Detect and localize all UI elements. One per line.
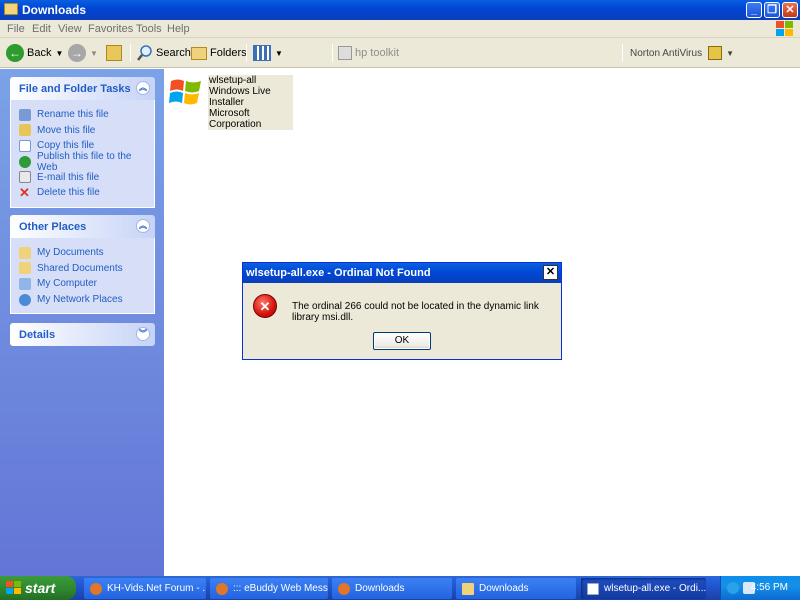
hp-toolkit-icon: [338, 46, 352, 60]
rename-icon: [19, 108, 31, 121]
email-icon: [19, 171, 31, 184]
menu-tools[interactable]: Tools: [136, 23, 162, 35]
file-company: Microsoft Corporation: [209, 108, 262, 130]
forward-arrow-icon: →: [68, 44, 86, 62]
firefox-icon: [338, 582, 350, 595]
chevron-down-icon[interactable]: ▼: [90, 49, 98, 58]
task-pane: File and Folder Tasks ︽ Rename this file…: [0, 69, 164, 576]
minimize-button[interactable]: _: [746, 2, 762, 18]
collapse-chevron-icon[interactable]: ︽: [136, 81, 150, 95]
globe-icon: [19, 155, 31, 168]
window-icon: [587, 582, 599, 595]
taskbar-item-ebuddy[interactable]: ::: eBuddy Web Mess...: [210, 578, 328, 599]
search-icon: [137, 45, 152, 61]
menu-file[interactable]: File: [7, 23, 25, 35]
windows-logo-icon: [776, 21, 793, 36]
taskbar-item-kh-vids[interactable]: KH-Vids.Net Forum - ...: [84, 578, 206, 599]
menu-edit[interactable]: Edit: [32, 23, 51, 35]
ok-button[interactable]: OK: [373, 332, 431, 350]
file-item-wlsetup[interactable]: wlsetup-all Windows Live Installer Micro…: [168, 73, 293, 130]
chevron-down-icon[interactable]: ▼: [275, 49, 283, 58]
move-file-link[interactable]: Move this file: [19, 123, 154, 139]
my-documents-icon: [19, 246, 31, 259]
publish-file-link[interactable]: Publish this file to the Web: [19, 151, 154, 173]
forward-button[interactable]: → ▼: [68, 42, 98, 64]
copy-icon: [19, 139, 31, 152]
menu-bar: File Edit View Favorites Tools Help: [0, 20, 800, 38]
other-places-panel: Other Places ︽ My Documents Shared Docum…: [10, 215, 155, 315]
clock: 4:56 PM: [750, 582, 788, 593]
expand-chevron-icon[interactable]: ︾: [136, 327, 150, 341]
dialog-message: The ordinal 266 could not be located in …: [292, 301, 539, 323]
toolbar: ← Back ▼ → ▼ Search Folders ▼ hp toolkit…: [0, 38, 800, 68]
dialog-titlebar[interactable]: wlsetup-all.exe - Ordinal Not Found ✕: [243, 263, 561, 283]
windows-flag-icon: [6, 581, 21, 594]
delete-x-icon: ✕: [19, 184, 30, 200]
dialog-close-button[interactable]: ✕: [543, 265, 558, 280]
views-icon: [253, 45, 271, 61]
error-dialog: wlsetup-all.exe - Ordinal Not Found ✕ ✕ …: [242, 262, 562, 360]
error-icon: ✕: [253, 294, 277, 318]
window-titlebar[interactable]: Downloads _ ❐ ✕: [0, 0, 800, 20]
panel-header[interactable]: Other Places ︽: [10, 215, 155, 238]
taskbar: start KH-Vids.Net Forum - ... ::: eBuddy…: [0, 576, 800, 600]
folder-up-icon: [106, 45, 122, 61]
network-icon: [19, 293, 31, 306]
close-button[interactable]: ✕: [782, 2, 798, 18]
taskbar-item-wlsetup-dialog[interactable]: wlsetup-all.exe - Ordi...: [581, 578, 706, 599]
menu-help[interactable]: Help: [167, 23, 190, 35]
dialog-title: wlsetup-all.exe - Ordinal Not Found: [246, 267, 431, 279]
chevron-down-icon[interactable]: ▼: [726, 49, 734, 58]
my-documents-link[interactable]: My Documents: [19, 245, 154, 261]
file-name: wlsetup-all: [209, 75, 257, 86]
system-tray: 4:56 PM: [720, 576, 800, 600]
search-button[interactable]: Search: [137, 42, 191, 64]
firefox-icon: [90, 582, 102, 595]
my-network-places-link[interactable]: My Network Places: [19, 292, 154, 308]
restore-button[interactable]: ❐: [764, 2, 780, 18]
back-button[interactable]: ← Back ▼: [6, 42, 63, 64]
chevron-down-icon[interactable]: ▼: [55, 49, 63, 58]
rename-file-link[interactable]: Rename this file: [19, 107, 154, 123]
norton-antivirus-button[interactable]: Norton AntiVirus ▼: [630, 42, 734, 64]
panel-header[interactable]: Details ︾: [10, 323, 155, 346]
delete-file-link[interactable]: ✕ Delete this file: [19, 185, 154, 201]
folders-button[interactable]: Folders: [191, 42, 247, 64]
file-description: Windows Live Installer: [209, 86, 271, 108]
folders-icon: [191, 46, 207, 60]
menu-favorites[interactable]: Favorites: [88, 23, 133, 35]
file-folder-tasks-panel: File and Folder Tasks ︽ Rename this file…: [10, 77, 155, 208]
network-tray-icon[interactable]: [727, 582, 739, 594]
details-panel: Details ︾: [10, 323, 155, 346]
hp-toolkit-button[interactable]: hp toolkit: [338, 42, 399, 64]
shared-documents-link[interactable]: Shared Documents: [19, 261, 154, 277]
windows-live-installer-icon: [169, 79, 201, 105]
move-icon: [19, 124, 31, 137]
views-button[interactable]: ▼: [253, 42, 283, 64]
computer-icon: [19, 277, 31, 290]
menu-view[interactable]: View: [58, 23, 82, 35]
window-title: Downloads: [22, 3, 87, 17]
taskbar-item-downloads-firefox[interactable]: Downloads: [332, 578, 452, 599]
back-arrow-icon: ←: [6, 44, 24, 62]
firefox-icon: [216, 582, 228, 595]
taskbar-item-downloads-folder[interactable]: Downloads: [456, 578, 576, 599]
up-button[interactable]: [106, 42, 122, 64]
my-computer-link[interactable]: My Computer: [19, 276, 154, 292]
collapse-chevron-icon[interactable]: ︽: [136, 219, 150, 233]
folder-icon: [462, 582, 474, 595]
folder-icon: [4, 3, 18, 15]
shared-folder-icon: [19, 262, 31, 275]
panel-header[interactable]: File and Folder Tasks ︽: [10, 77, 155, 100]
start-button[interactable]: start: [0, 576, 76, 600]
norton-icon: [708, 46, 723, 60]
